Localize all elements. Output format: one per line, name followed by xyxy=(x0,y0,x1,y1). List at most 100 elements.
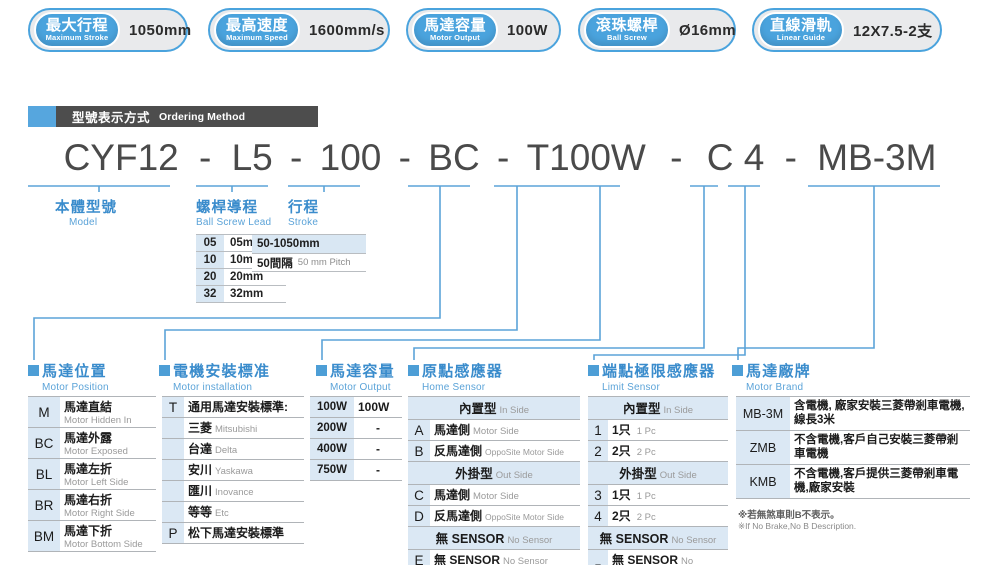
badge-label-en: Motor Output xyxy=(430,32,480,42)
code-sep-5: - xyxy=(670,137,683,178)
code-part-motor-brand: MB-3M xyxy=(817,137,937,178)
row-desc: 2只 2 Pc xyxy=(608,440,728,462)
row-desc-cn: 馬達下折 xyxy=(64,524,113,538)
group-title-en: Motor Position xyxy=(42,382,109,393)
section-title-bar: 型號表示方式 Ordering Method xyxy=(28,106,318,127)
row-desc-cn: 反馬達側 xyxy=(434,509,483,523)
table-row: MB-3M 含電機, 廠家安裝三菱帶剎車電機, 線長3米 xyxy=(736,396,970,431)
row-desc-en: 2 Pc xyxy=(636,512,656,523)
row-value: - xyxy=(354,417,402,439)
row-header-cn: 外掛型 xyxy=(619,467,657,481)
bullet-square-icon xyxy=(159,365,170,376)
badge-value: Ø16mm xyxy=(679,21,737,39)
row-desc-en: OppoSite Motor Side xyxy=(485,447,564,457)
row-desc-cn: 安川 xyxy=(188,463,213,477)
row-code: M xyxy=(28,396,60,428)
row-header-cn: 內置型 xyxy=(458,402,497,416)
spec-badge-maximum-stroke: 最大行程 Maximum Stroke 1050mm xyxy=(28,8,191,52)
row-desc-cn: 松下馬達安裝標準 xyxy=(188,526,285,540)
row-desc: 無 SENSORNo Sensor xyxy=(608,549,728,565)
row-header: 無 SENSOR No Sensor xyxy=(588,526,728,550)
row-code: MB-3M xyxy=(736,396,790,431)
row-desc-en: No Sensor xyxy=(503,556,548,565)
row-desc-cn: 馬達側 xyxy=(434,488,471,502)
table-row-header: 內置型 In Side xyxy=(588,396,728,420)
table-row-header: 無 SENSOR No Sensor xyxy=(408,526,580,550)
table-row: E 無 SENSOR No Sensor xyxy=(408,549,580,565)
row-desc-en: Inovance xyxy=(215,487,254,498)
badge-value: 12X7.5-2支 xyxy=(853,22,933,40)
row-code: T xyxy=(162,396,184,418)
row-code xyxy=(162,417,184,439)
bullet-square-icon xyxy=(408,365,419,376)
spec-badge-maximum-speed: 最高速度 Maximum Speed 1600mm/s xyxy=(208,8,390,52)
table-row: BM 馬達下折 Motor Bottom Side xyxy=(28,520,156,552)
row-code: 4 xyxy=(588,505,608,527)
row-desc-cn: 反馬達側 xyxy=(434,444,483,458)
row-code: B xyxy=(408,440,430,462)
row-desc-en: Motor Right Side xyxy=(64,508,135,519)
row-code: BC xyxy=(28,427,60,459)
row-desc-cn: 匯川 xyxy=(188,484,213,498)
table-row: P 松下馬達安裝標準 xyxy=(162,522,304,544)
badge-label-en: Maximum Stroke xyxy=(45,32,109,42)
row-code: 750W xyxy=(310,459,354,481)
code-sep-1: - xyxy=(199,137,212,178)
row-code: P xyxy=(162,522,184,544)
group-title-cn: 馬達位置 xyxy=(42,363,107,380)
badge-label-cn: 馬達容量 xyxy=(423,16,486,34)
badge-value: 1600mm/s xyxy=(309,21,385,39)
group-title-cn: 馬達廠牌 xyxy=(746,363,811,380)
badge-label-en: Linear Guide xyxy=(776,32,826,42)
row-desc: 馬達側 Motor Side xyxy=(430,484,580,506)
table-row: T 通用馬達安裝標準: xyxy=(162,396,304,418)
row-desc-en: Motor Side xyxy=(473,491,519,502)
bullet-square-icon xyxy=(588,365,599,376)
table-row-header: 無 SENSOR No Sensor xyxy=(588,526,728,550)
row-value-text: - xyxy=(376,463,380,477)
table-row: 100W 100W xyxy=(310,396,402,418)
table-row: 400W - xyxy=(310,438,402,460)
lead-code: 20 xyxy=(196,268,224,286)
label-model-en: Model xyxy=(69,217,98,228)
row-code: BR xyxy=(28,489,60,521)
row-desc-en: 1 Pc xyxy=(636,426,656,437)
code-sep-2: - xyxy=(290,137,303,178)
label-stroke-en: Stroke xyxy=(288,217,319,228)
row-code: E xyxy=(408,549,430,565)
group-title-cn: 馬達容量 xyxy=(330,363,395,380)
row-desc-en: Mitsubishi xyxy=(215,424,258,435)
table-row-header: 外掛型 Out Side xyxy=(588,461,728,485)
badge-pill-ball-screw: 滾珠螺桿 Ball Screw xyxy=(584,12,670,48)
badge-pill-maximum-stroke: 最大行程 Maximum Stroke xyxy=(34,12,120,48)
badge-label-cn: 最大行程 xyxy=(45,16,108,34)
label-lead-en: Ball Screw Lead xyxy=(196,217,272,228)
code-part-motor-output: T100W xyxy=(526,137,646,178)
row-desc-en: Motor Left Side xyxy=(64,477,129,488)
row-desc: 1只 1 Pc xyxy=(608,419,728,441)
row-desc: 等等 Etc xyxy=(184,501,304,523)
home-sensor-table: 內置型 In Side A 馬達側 Motor Side B 反馬達側 OppoSit… xyxy=(408,396,580,565)
motor-brand-footnote: ※若無煞車則B不表示。 ※If No Brake,No B Descriptio… xyxy=(738,507,856,532)
title-accent-square xyxy=(28,106,56,127)
row-value-text: - xyxy=(376,442,380,456)
row-header-cn: 外掛型 xyxy=(455,467,493,481)
row-code: 400W xyxy=(310,438,354,460)
row-header: 內置型 In Side xyxy=(408,396,580,420)
spec-badge-linear-guide: 直線滑軌 Linear Guide 12X7.5-2支 xyxy=(752,8,942,52)
row-header-en: In Side xyxy=(499,405,530,416)
table-row: BR 馬達右折 Motor Right Side xyxy=(28,489,156,521)
label-model: 本體型號 Model xyxy=(55,196,117,228)
row-desc-cn: 馬達側 xyxy=(434,423,471,437)
label-lead-cn: 螺桿導程 xyxy=(196,200,258,216)
code-part-stroke: 100 xyxy=(319,137,382,178)
footnote-cn: ※若無煞車則B不表示。 xyxy=(738,510,840,521)
label-model-cn: 本體型號 xyxy=(55,200,117,216)
row-value: - xyxy=(354,438,402,460)
row-header: 無 SENSOR No Sensor xyxy=(408,526,580,550)
title-text-bar: 型號表示方式 Ordering Method xyxy=(56,106,318,127)
row-header: 外掛型 Out Side xyxy=(588,461,728,485)
group-title-en: Home Sensor xyxy=(422,382,486,393)
badge-value: 100W xyxy=(507,21,548,39)
row-code: ZMB xyxy=(736,430,790,465)
